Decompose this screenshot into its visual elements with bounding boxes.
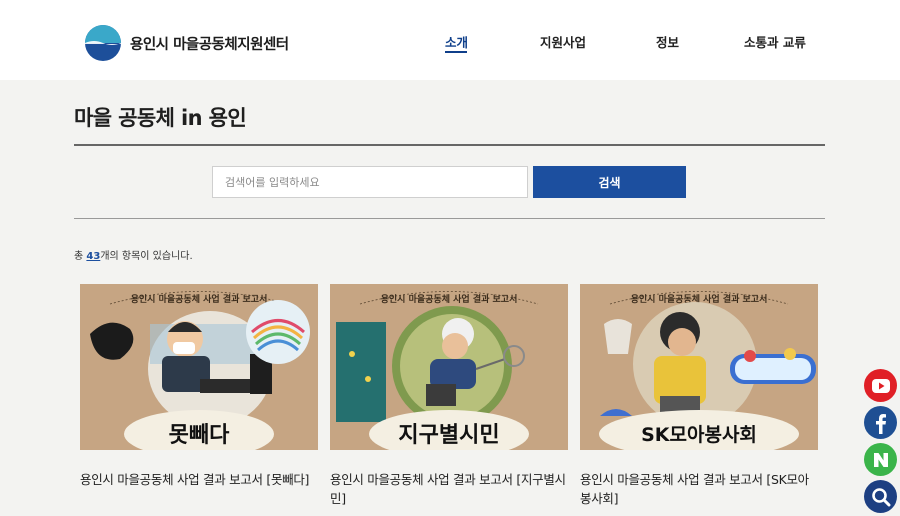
search-icon (871, 487, 890, 506)
card-title[interactable]: 용인시 마을공동체 사업 결과 보고서 [못빼다] (80, 470, 318, 489)
naver-button[interactable] (864, 443, 897, 476)
thumbnail-banner: 용인시 마을공동체 사업 결과 보고서 (381, 293, 518, 305)
card-thumbnail[interactable]: 용인시 마을공동체 사업 결과 보고서 SK모아봉사회 (580, 284, 818, 450)
site-header: 용인시 마을공동체지원센터 소개 지원사업 정보 소통과 교류 (0, 0, 900, 80)
youtube-button[interactable] (864, 369, 897, 402)
item-count: 총 43개의 항목이 있습니다. (74, 247, 193, 262)
nav-active-indicator (445, 51, 467, 53)
thumbnail-image: 용인시 마을공동체 사업 결과 보고서 지구별시민 (330, 284, 568, 450)
card-title[interactable]: 용인시 마을공동체 사업 결과 보고서 [지구별시민] (330, 470, 568, 508)
nav-item-communication[interactable]: 소통과 교류 (744, 32, 806, 51)
card-item[interactable]: 용인시 마을공동체 사업 결과 보고서 SK모아봉사회 용인시 마을공동체 사업… (580, 284, 818, 508)
page-title: 마을 공동체 in 용인 (74, 106, 247, 130)
facebook-button[interactable] (864, 406, 897, 439)
nav-item-info[interactable]: 정보 (656, 32, 679, 51)
thumbnail-banner: 용인시 마을공동체 사업 결과 보고서 (131, 293, 268, 305)
item-count-prefix: 총 (74, 251, 87, 262)
card-thumbnail[interactable]: 용인시 마을공동체 사업 결과 보고서 지구별시민 (330, 284, 568, 450)
card-item[interactable]: 용인시 마을공동체 사업 결과 보고서 지구별시민 용인시 마을공동체 사업 결… (330, 284, 568, 508)
item-count-number: 43 (86, 251, 101, 262)
search-input[interactable] (212, 166, 528, 198)
search-divider (74, 218, 825, 219)
naver-icon (873, 452, 888, 467)
nav-item-intro[interactable]: 소개 (445, 32, 468, 51)
nav-item-support[interactable]: 지원사업 (540, 32, 586, 51)
thumbnail-image: 용인시 마을공동체 사업 결과 보고서 못빼다 (80, 284, 318, 450)
title-divider (74, 144, 825, 146)
facebook-icon (875, 413, 886, 434)
thumbnail-image: 용인시 마을공동체 사업 결과 보고서 SK모아봉사회 (580, 284, 818, 450)
card-item[interactable]: 용인시 마을공동체 사업 결과 보고서 못빼다 용인시 마을공동체 사업 결과 … (80, 284, 318, 489)
main-content: 마을 공동체 in 용인 검색 총 43개의 항목이 있습니다. 용인시 마을공… (0, 80, 900, 516)
card-thumbnail[interactable]: 용인시 마을공동체 사업 결과 보고서 못빼다 (80, 284, 318, 450)
card-title[interactable]: 용인시 마을공동체 사업 결과 보고서 [SK모아봉사회] (580, 470, 818, 508)
search-button-floating[interactable] (864, 480, 897, 513)
thumbnail-caption: 지구별시민 (398, 423, 499, 448)
thumbnail-caption: SK모아봉사회 (641, 424, 757, 446)
search-button[interactable]: 검색 (533, 166, 686, 198)
thumbnail-caption: 못빼다 (169, 423, 230, 448)
youtube-icon (871, 378, 890, 393)
item-count-suffix: 개의 항목이 있습니다. (100, 251, 193, 262)
